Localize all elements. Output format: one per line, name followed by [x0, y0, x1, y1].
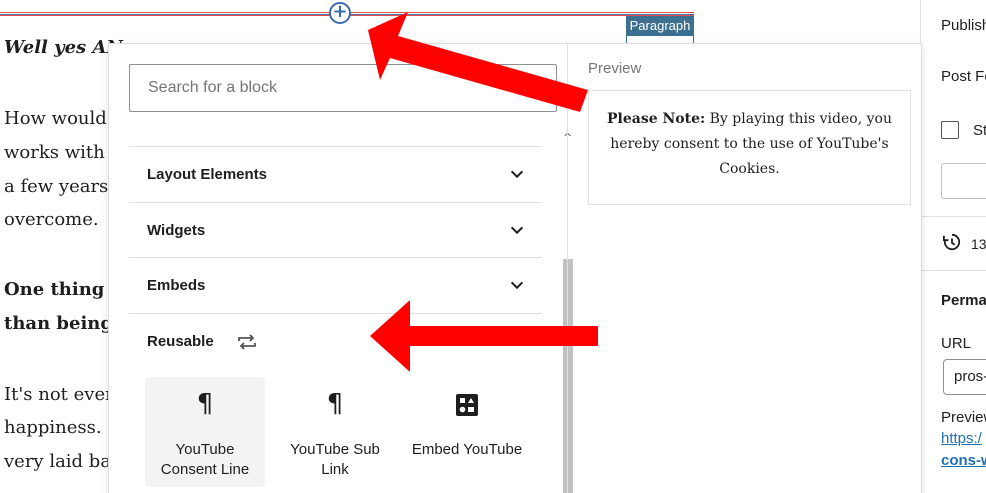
reusable-block-icon	[238, 334, 256, 350]
preview-link-continued[interactable]: cons-w	[941, 452, 986, 469]
block-youtube-sub-link[interactable]: ¶ YouTube Sub Link	[275, 377, 395, 487]
paragraph-icon: ¶	[326, 389, 344, 419]
editor-heading-fragment[interactable]: Well yes AN	[4, 31, 123, 65]
annotation-arrow-middle	[370, 300, 598, 372]
scrollbar-thumb[interactable]	[563, 259, 573, 493]
editor-paragraph-line[interactable]: It's not ever	[4, 378, 114, 412]
chevron-down-icon	[510, 281, 524, 290]
block-label: YouTube Consent Line	[160, 441, 250, 478]
preview-link[interactable]: https:/	[941, 430, 982, 447]
block-label: YouTube Sub Link	[290, 441, 380, 478]
preview-label: Preview	[941, 409, 986, 426]
sidebar-divider	[921, 216, 986, 217]
panel-title: Layout Elements	[147, 166, 268, 183]
block-label: Embed YouTube	[411, 441, 523, 458]
sticky-label: St	[973, 122, 986, 139]
embed-media-icon	[456, 394, 478, 416]
sticky-checkbox[interactable]	[941, 121, 959, 139]
chevron-down-icon	[510, 170, 524, 179]
sidebar-button[interactable]	[941, 163, 986, 199]
panel-title: Widgets	[147, 222, 206, 239]
url-slug-input[interactable]: pros-	[943, 359, 986, 395]
scroll-up-arrow[interactable]: ^	[563, 131, 573, 144]
revisions-history-icon	[943, 233, 961, 251]
paragraph-icon: ¶	[196, 389, 214, 419]
revisions-count[interactable]: 13	[971, 236, 986, 252]
editor-paragraph-line[interactable]: overcome.	[4, 203, 99, 237]
sidebar-divider	[921, 270, 986, 271]
editor-paragraph-line[interactable]: very laid ba	[4, 445, 111, 479]
panel-title: Reusable	[147, 333, 214, 350]
editor-paragraph-line[interactable]: than being	[4, 307, 113, 341]
panel-title: Embeds	[147, 277, 206, 294]
block-type-badge: Paragraph	[626, 16, 694, 36]
post-format-label: Post Fo	[941, 68, 986, 85]
panel-widgets[interactable]: Widgets	[129, 202, 542, 258]
publish-label: Publish	[941, 17, 986, 34]
chevron-down-icon	[510, 226, 524, 235]
editor-paragraph-line[interactable]: happiness.	[4, 411, 102, 445]
editor-paragraph-line[interactable]: a few years	[4, 170, 108, 204]
annotation-arrow-top	[368, 12, 588, 112]
permalink-heading[interactable]: Permal	[941, 292, 986, 309]
block-embed-youtube[interactable]: Embed YouTube	[407, 377, 527, 487]
panel-layout-elements[interactable]: Layout Elements	[129, 146, 542, 202]
block-youtube-consent-line[interactable]: ¶ YouTube Consent Line	[145, 377, 265, 487]
insert-block-button[interactable]: +	[329, 2, 351, 24]
preview-note-bold: Please Note:	[607, 111, 706, 127]
url-label: URL	[941, 335, 972, 352]
settings-sidebar: Publish Post Fo St 13 Permal URL pros- P…	[920, 0, 986, 493]
editor-paragraph-line[interactable]: How would	[4, 102, 107, 136]
editor-paragraph-line[interactable]: works with	[4, 136, 105, 170]
block-preview: Please Note: By playing this video, you …	[588, 90, 911, 205]
